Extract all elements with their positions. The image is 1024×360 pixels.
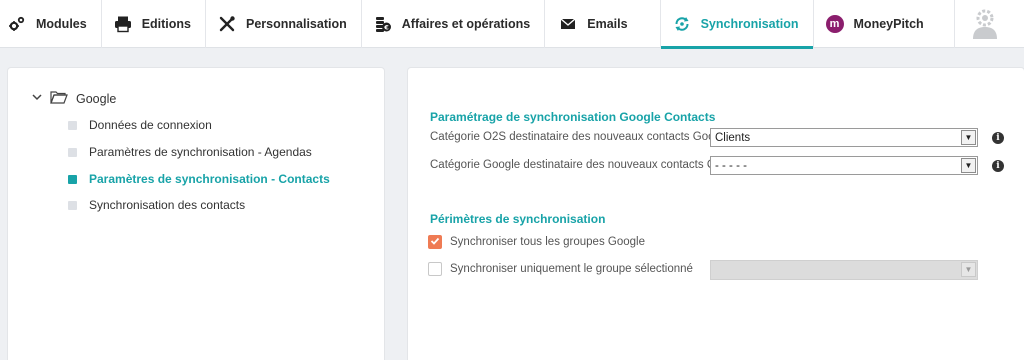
row2-label: Catégorie Google destinataire des nouvea… xyxy=(430,159,730,171)
tree-bullet xyxy=(68,147,77,157)
dropdown-arrow-icon[interactable]: ▼ xyxy=(961,158,976,173)
tree-item-label: Données de connexion xyxy=(89,118,212,132)
tab-affaires-operations[interactable]: € Affaires et opérations xyxy=(362,0,546,48)
dropdown-arrow-icon[interactable]: ▼ xyxy=(961,130,976,145)
svg-text:€: € xyxy=(383,24,389,32)
google-category-select[interactable]: - - - - - ▼ xyxy=(710,156,978,175)
folder-open-icon xyxy=(50,90,68,107)
printer-icon xyxy=(114,15,132,33)
tree-item-label: Paramètres de synchronisation - Agendas xyxy=(89,145,312,159)
tree-item-label: Paramètres de synchronisation - Contacts xyxy=(89,172,330,186)
tab-label: MoneyPitch xyxy=(853,17,924,31)
group-select[interactable]: ▼ xyxy=(710,260,978,280)
envelope-icon xyxy=(559,15,577,33)
info-icon[interactable]: i xyxy=(992,160,1004,172)
tree-bullet xyxy=(68,120,77,130)
tree-bullet xyxy=(68,200,77,210)
dropdown-arrow-icon: ▼ xyxy=(961,262,976,277)
tab-moneypitch[interactable]: m MoneyPitch xyxy=(814,0,955,48)
sync-selected-group-checkbox[interactable] xyxy=(428,262,442,276)
tree-root-label: Google xyxy=(76,91,117,106)
tree-item-donnees-connexion[interactable]: Données de connexion xyxy=(68,118,212,132)
settings-panel: Paramétrage de synchronisation Google Co… xyxy=(408,68,1024,360)
sync-selected-group-label: Synchroniser uniquement le groupe sélect… xyxy=(450,263,693,275)
tab-personnalisation[interactable]: Personnalisation xyxy=(206,0,362,48)
gears-icon xyxy=(8,15,26,33)
tab-label: Modules xyxy=(36,17,87,31)
section-title-parametrage: Paramétrage de synchronisation Google Co… xyxy=(430,110,716,124)
sync-all-groups-label: Synchroniser tous les groupes Google xyxy=(450,236,645,248)
tree-panel: Google Données de connexion Paramètres d… xyxy=(8,68,384,360)
tools-icon xyxy=(218,15,236,33)
select-value: - - - - - xyxy=(715,159,747,172)
select-value: Clients xyxy=(715,131,751,144)
tree-item-label: Synchronisation des contacts xyxy=(89,198,246,212)
tree-item-contacts[interactable]: Paramètres de synchronisation - Contacts xyxy=(68,172,330,186)
top-tab-bar: Modules Editions Personnalisation € Affa… xyxy=(0,0,1024,49)
tab-emails[interactable]: Emails xyxy=(545,0,661,48)
info-icon[interactable]: i xyxy=(992,132,1004,144)
tab-editions[interactable]: Editions xyxy=(102,0,207,48)
tab-label: Personnalisation xyxy=(246,17,347,31)
tab-synchronisation[interactable]: Synchronisation xyxy=(660,0,814,49)
tab-label: Synchronisation xyxy=(700,17,799,31)
tab-label: Emails xyxy=(587,17,628,31)
tab-label: Affaires et opérations xyxy=(401,17,531,31)
tab-label: Editions xyxy=(141,17,192,31)
checkmark-icon xyxy=(430,236,440,249)
sync-icon xyxy=(673,15,691,33)
section-title-perimetres: Périmètres de synchronisation xyxy=(430,212,606,226)
tree-root-google[interactable]: Google xyxy=(32,90,116,107)
row1-label: Catégorie O2S destinataire des nouveaux … xyxy=(430,131,730,143)
moneypitch-logo-icon: m xyxy=(825,15,844,33)
tab-user-settings[interactable] xyxy=(955,0,1015,48)
user-gear-icon xyxy=(968,6,1002,43)
sync-all-groups-checkbox[interactable] xyxy=(428,235,442,249)
tree-item-synchronisation-contacts[interactable]: Synchronisation des contacts xyxy=(68,198,245,212)
tree-bullet xyxy=(68,174,77,184)
chevron-down-icon[interactable] xyxy=(32,93,42,104)
o2s-category-select[interactable]: Clients ▼ xyxy=(710,128,978,147)
tree-item-agendas[interactable]: Paramètres de synchronisation - Agendas xyxy=(68,145,312,159)
coins-icon: € xyxy=(374,15,392,33)
tab-modules[interactable]: Modules xyxy=(0,0,102,48)
